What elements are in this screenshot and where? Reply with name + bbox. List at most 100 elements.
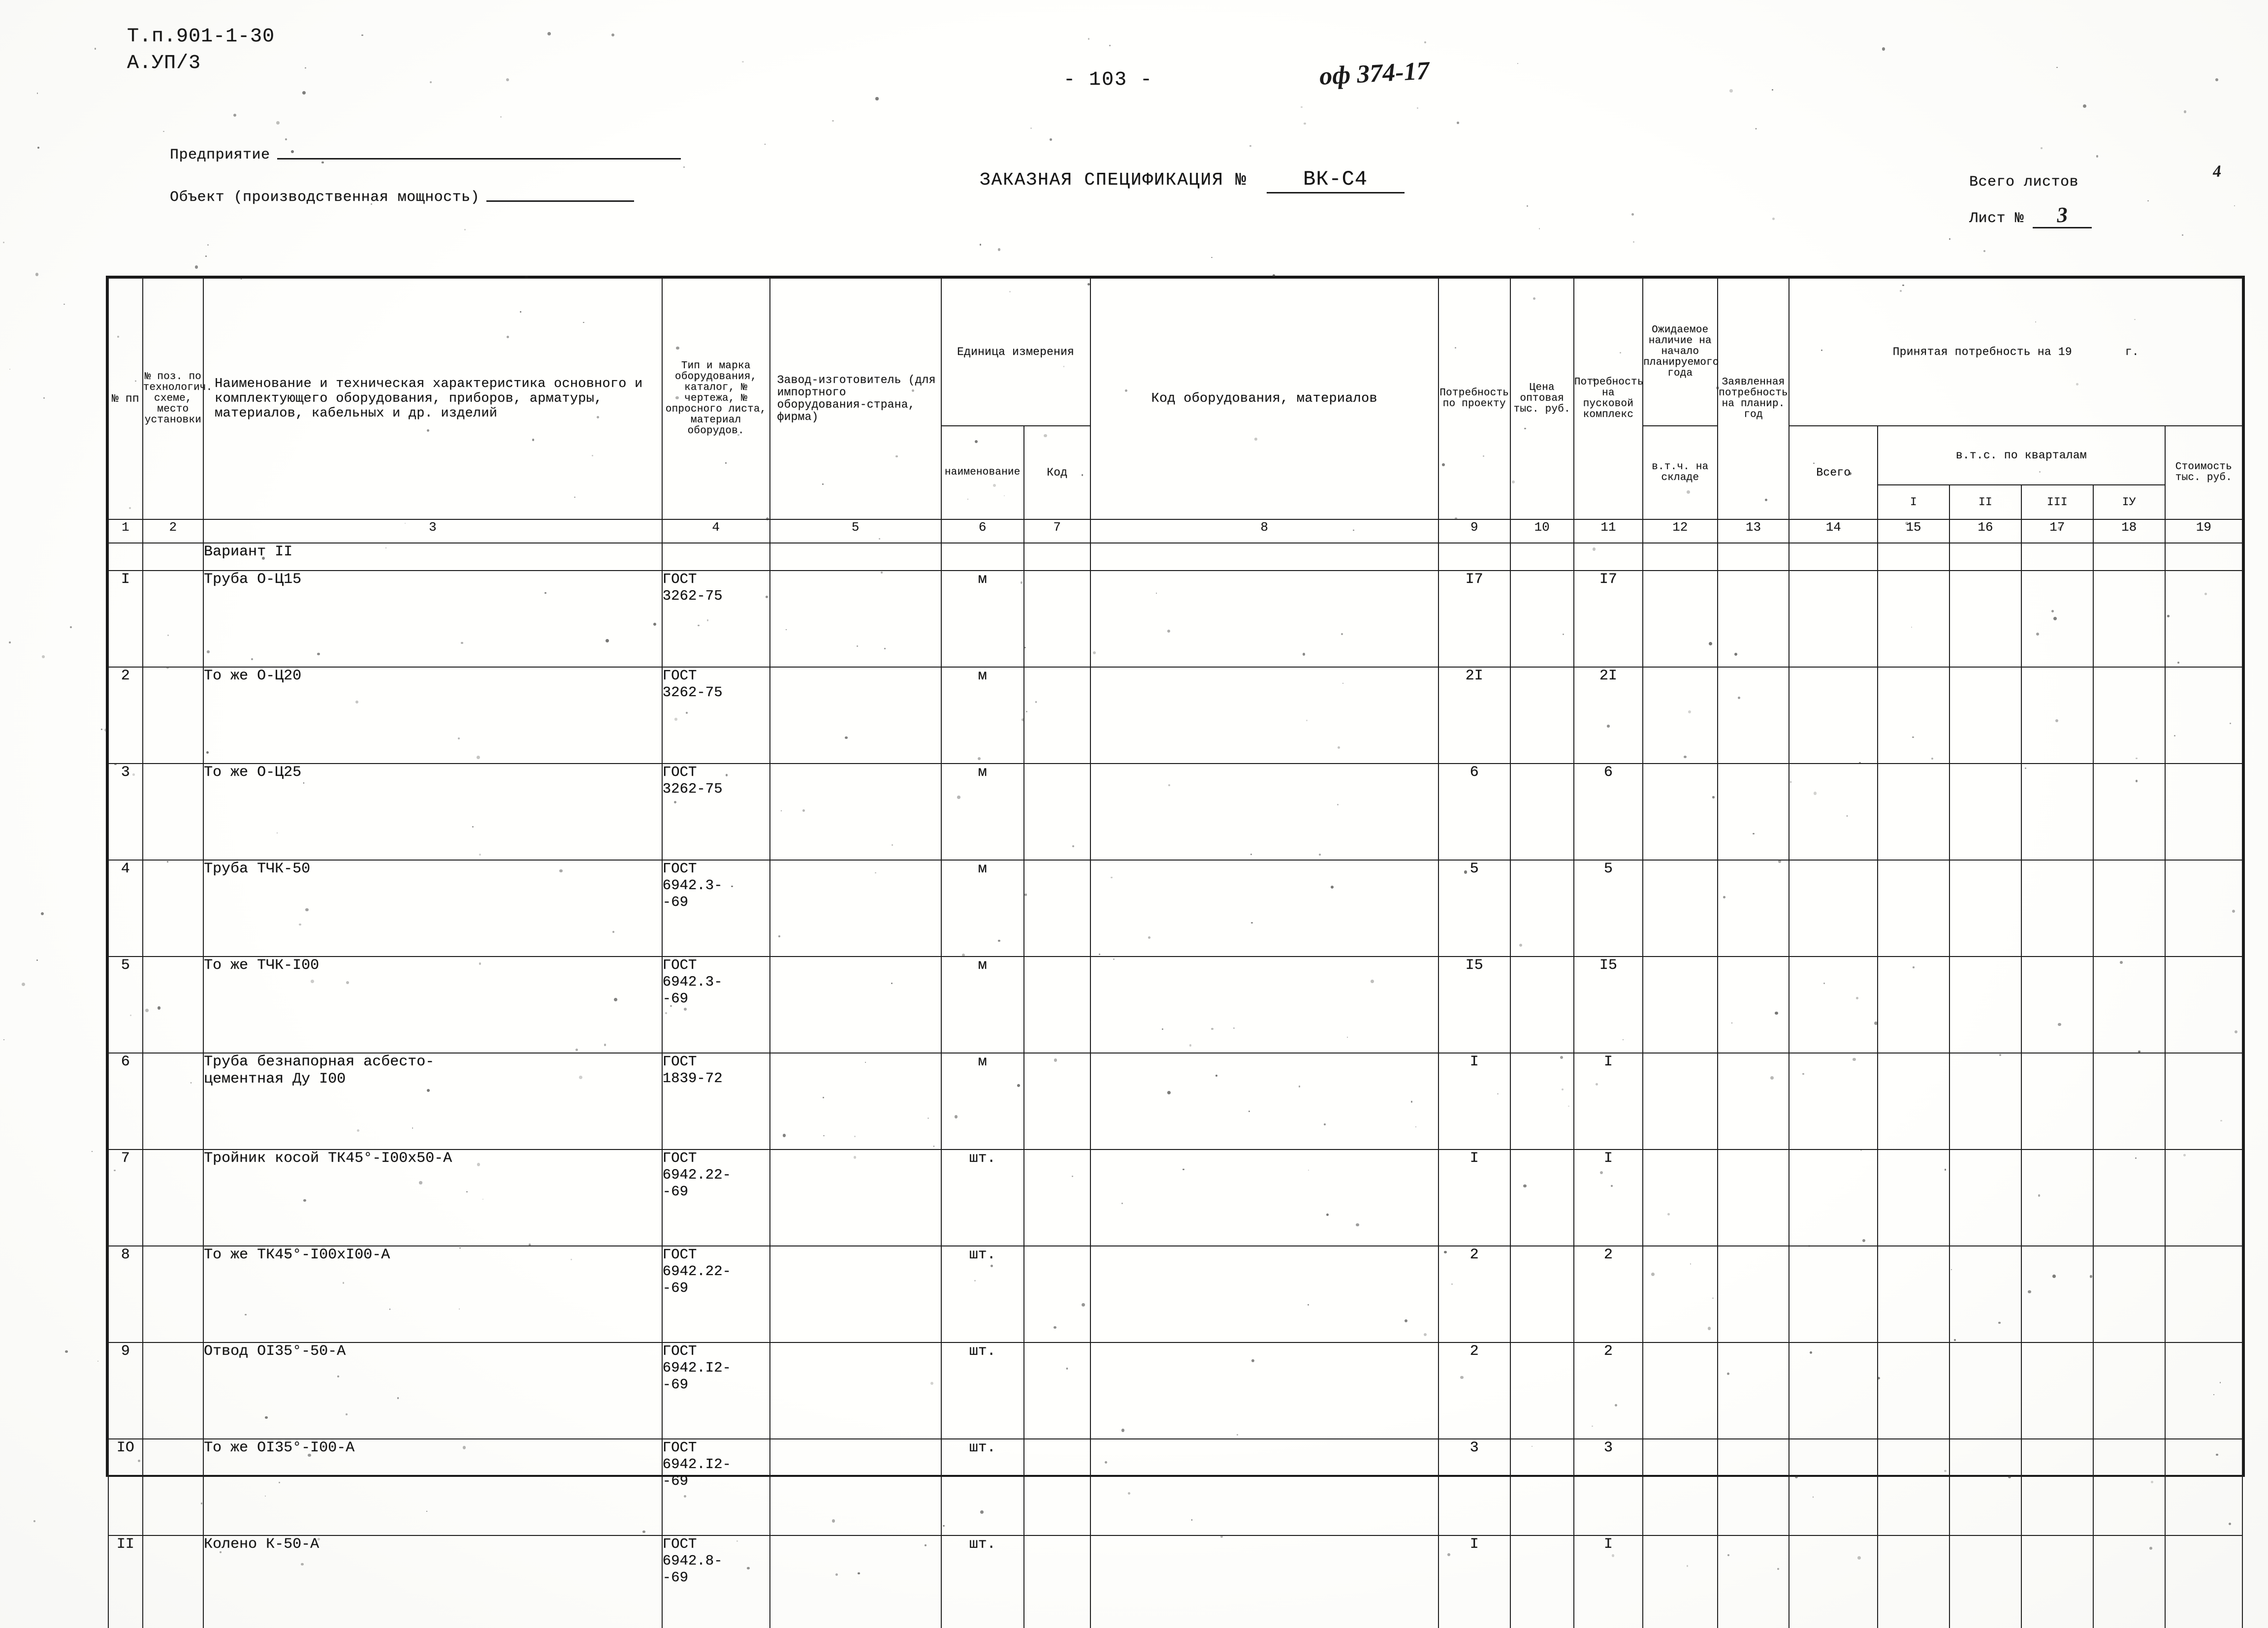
scan-speckle — [1533, 297, 1535, 300]
col-header-5: Завод-изготовитель (для импортного обору… — [769, 278, 942, 520]
row-11-unit-name: шт. — [940, 1535, 1024, 1628]
scan-speckle — [2083, 104, 2086, 108]
table-row: 3 То же О-Ц25 ГОСТ 3262-75 м 6 6 — [108, 763, 2243, 861]
row-7-q1 — [1877, 1149, 1950, 1246]
scan-speckle — [1729, 89, 1733, 93]
colnum-16: 16 — [1949, 519, 2022, 543]
scan-speckle — [321, 161, 324, 164]
scan-speckle — [1708, 1327, 1711, 1330]
col-group-header-unit: Единица измерения — [940, 278, 1091, 426]
row-7-q3 — [2020, 1149, 2094, 1246]
scan-speckle — [1121, 1203, 1123, 1204]
row-6-need-startup: I — [1573, 1053, 1643, 1150]
scan-speckle — [308, 1453, 311, 1457]
scan-speckle — [742, 61, 744, 63]
scan-speckle — [1900, 290, 1902, 292]
row-11-q2 — [1949, 1535, 2022, 1628]
row-4-name: Труба ТЧК-50 — [203, 860, 663, 957]
row-10-material-code — [1089, 1438, 1439, 1536]
scan-speckle — [528, 1244, 531, 1246]
scan-speckle — [1772, 89, 1774, 91]
scan-speckle — [1148, 936, 1150, 939]
sheet-number-field[interactable]: 3 — [2032, 202, 2092, 228]
scan-speckle — [1524, 427, 1526, 429]
row-8-cost — [2164, 1245, 2243, 1343]
scan-speckle — [997, 248, 1001, 251]
scan-speckle — [2052, 1275, 2056, 1278]
col-group-header-quarters: в.т.с. по кварталам — [1877, 425, 2166, 485]
row-1-name: Труба О-Ц15 — [203, 570, 663, 668]
scan-speckle — [2058, 1022, 2061, 1026]
colnum-5: 5 — [769, 519, 942, 543]
row-8-position — [142, 1245, 204, 1343]
row-2-declared-need — [1717, 667, 1790, 764]
object-input-rule[interactable] — [486, 200, 635, 202]
row-1-cost — [2164, 570, 2243, 668]
row-8-unit-name: шт. — [940, 1245, 1024, 1343]
scan-speckle — [1410, 1101, 1413, 1103]
scan-speckle — [1017, 1084, 1020, 1087]
row-8-unit-code — [1023, 1245, 1091, 1343]
scan-speckle — [2035, 321, 2036, 323]
row-11-declared-need — [1717, 1535, 1790, 1628]
scan-speckle — [1021, 718, 1024, 721]
row-6-q2 — [1949, 1053, 2022, 1150]
scan-speckle — [145, 1009, 149, 1012]
scan-speckle — [33, 1520, 35, 1522]
variant-row-blank-7 — [1023, 543, 1091, 571]
scan-speckle — [1949, 238, 1951, 240]
row-11-name: Колено К-50-А — [203, 1535, 663, 1628]
row-4-cost — [2164, 860, 2243, 957]
scan-speckle — [2134, 319, 2136, 320]
row-3-accepted-total — [1789, 763, 1878, 861]
scan-speckle — [832, 120, 834, 122]
scan-speckle — [429, 81, 432, 84]
scan-speckle — [1306, 719, 1308, 721]
specification-number-field[interactable]: ВК-С4 — [1266, 167, 1405, 193]
variant-row-blank-14 — [1789, 543, 1878, 571]
row-10-q1 — [1877, 1438, 1950, 1536]
row-11-q1 — [1877, 1535, 1950, 1628]
row-1-manufacturer — [769, 570, 942, 668]
scan-speckle — [35, 273, 39, 276]
scan-speckle — [1215, 1075, 1217, 1077]
scan-speckle — [137, 1459, 140, 1462]
scan-speckle — [891, 844, 893, 846]
table-body: Вариант II I Труба О-Ц15 ГОСТ 3262-75 м I7 I7 2 Т… — [108, 543, 2243, 1628]
row-7-price — [1509, 1149, 1574, 1246]
scan-speckle — [1330, 886, 1334, 889]
row-3-q3 — [2020, 763, 2094, 861]
scan-speckle — [2136, 757, 2138, 760]
scan-speckle — [2150, 1480, 2153, 1483]
scan-speckle — [1862, 1239, 1866, 1242]
row-2-manufacturer — [769, 667, 942, 764]
enterprise-input-rule[interactable] — [277, 158, 681, 160]
row-8-material-code — [1089, 1245, 1439, 1343]
row-5-price — [1509, 956, 1574, 1053]
document-code-line1: Т.п.901-1-30 — [127, 26, 275, 48]
scan-speckle — [91, 1150, 93, 1152]
scan-speckle — [1874, 1021, 1878, 1025]
row-1-material-code — [1089, 570, 1439, 668]
table-row: 7 Тройник косой ТК45°-I00х50-А ГОСТ 6942.22… — [108, 1149, 2243, 1246]
scan-speckle — [980, 1510, 984, 1514]
table-row: IO То же OI35°-I00-А ГОСТ 6942.I2- -69 шт. 3 3 — [108, 1438, 2243, 1536]
scan-speckle — [426, 429, 429, 432]
row-9-gost: ГОСТ 6942.I2- -69 — [661, 1342, 770, 1439]
row-7-cost — [2164, 1149, 2243, 1246]
row-8-q2 — [1949, 1245, 2022, 1343]
scan-speckle — [21, 982, 25, 986]
row-11-price — [1509, 1535, 1574, 1628]
row-8-need-startup: 2 — [1573, 1245, 1643, 1343]
row-9-no: 9 — [108, 1342, 143, 1439]
scan-speckle — [1651, 1273, 1655, 1277]
variant-row-blank-4 — [661, 543, 770, 571]
row-10-position — [142, 1438, 204, 1536]
scan-speckle — [419, 1181, 422, 1184]
row-5-q2 — [1949, 956, 2022, 1053]
row-9-q3 — [2020, 1342, 2094, 1439]
scan-speckle — [1191, 1519, 1192, 1521]
total-sheets-mark: 4 — [2212, 162, 2222, 181]
scan-speckle — [670, 1005, 672, 1007]
enterprise-label: Предприятие — [170, 147, 270, 163]
